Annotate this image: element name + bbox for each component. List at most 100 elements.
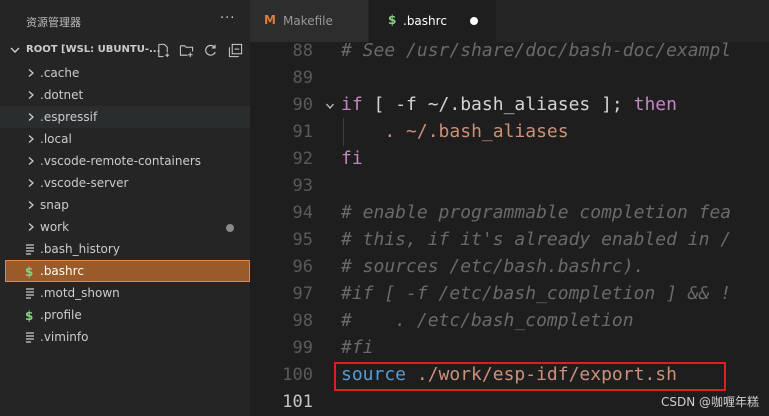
explorer-sidebar: 资源管理器 ··· ROOT [WSL: UBUNTU-... .cache .… (0, 0, 250, 416)
chevron-right-icon (28, 157, 34, 165)
tree-item-label: .bash_history (40, 242, 120, 256)
tree-item-vscode-remote-containers[interactable]: .vscode-remote-containers (0, 150, 250, 172)
code-line: 90 if [ -f ~/.bash_aliases ]; then (250, 92, 769, 119)
unsaved-dot-icon[interactable] (470, 17, 478, 25)
code-text: if [ -f ~/.bash_aliases ]; then (341, 94, 677, 115)
chevron-right-icon (28, 91, 34, 99)
tree-item-profile[interactable]: $ .profile (0, 304, 250, 326)
code-editor[interactable]: 88 # See /usr/share/doc/bash-doc/exampl … (250, 42, 769, 416)
code-text: # enable programmable completion fea (341, 202, 732, 223)
tree-item-label: .motd_shown (40, 286, 120, 300)
tree-item-bash-history[interactable]: .bash_history (0, 238, 250, 260)
chevron-right-icon (28, 135, 34, 143)
tree-item-bashrc[interactable]: $ .bashrc (5, 260, 250, 282)
tree-item-label: .local (40, 132, 72, 146)
tree-item-motd-shown[interactable]: .motd_shown (0, 282, 250, 304)
tree-item-label: .vscode-server (40, 176, 129, 190)
chevron-right-icon (28, 179, 34, 187)
code-line: 95 # this, if it's already enabled in / (250, 227, 769, 254)
fold-chevron-icon[interactable] (325, 101, 335, 111)
tab-label: .bashrc (403, 14, 447, 28)
tree-item-label: work (40, 220, 70, 234)
tree-item-label: .vscode-remote-containers (40, 154, 202, 168)
code-line: 93 (250, 173, 769, 200)
line-number: 92 (292, 149, 313, 169)
code-text: . ~/.bash_aliases (341, 121, 569, 142)
tree-item-label: .viminfo (40, 330, 89, 344)
source-dot: . (384, 121, 407, 142)
line-number: 97 (292, 284, 313, 304)
line-number: 95 (292, 230, 313, 250)
condition-text: [ -f ~/.bash_aliases ]; (362, 94, 634, 115)
line-number: 94 (292, 203, 313, 223)
modified-indicator (226, 224, 234, 232)
tree-item-snap[interactable]: snap (0, 194, 250, 216)
code-line: 88 # See /usr/share/doc/bash-doc/exampl (250, 42, 769, 65)
new-folder-icon[interactable] (179, 43, 194, 58)
code-line: 96 # sources /etc/bash.bashrc). (250, 254, 769, 281)
code-line: 97 #if [ -f /etc/bash_completion ] && ! (250, 281, 769, 308)
text-file-icon (26, 332, 34, 343)
code-line: 92 fi (250, 146, 769, 173)
tree-item-viminfo[interactable]: .viminfo (0, 326, 250, 348)
tree-item-cache[interactable]: .cache (0, 62, 250, 84)
tab-makefile[interactable]: M Makefile (250, 0, 368, 42)
annotation-highlight-box (334, 362, 726, 391)
chevron-right-icon (28, 223, 34, 231)
tree-item-label: .espressif (40, 110, 98, 124)
editor-tab-bar: M Makefile $ .bashrc (250, 0, 769, 42)
text-file-icon (26, 244, 34, 255)
line-number: 90 (292, 95, 313, 115)
new-file-icon[interactable] (156, 43, 171, 58)
tab-label: Makefile (283, 14, 333, 28)
tree-item-label: .cache (40, 66, 80, 80)
code-text: fi (341, 148, 363, 169)
explorer-title: 资源管理器 (26, 16, 81, 29)
shell-script-icon: $ (25, 309, 33, 322)
more-actions-button[interactable]: ··· (220, 11, 235, 26)
line-number: 93 (292, 176, 313, 196)
tree-item-vscode-server[interactable]: .vscode-server (0, 172, 250, 194)
collapse-all-icon[interactable] (228, 43, 243, 58)
watermark-text: CSDN @咖喱年糕 (660, 395, 759, 409)
aliases-path: ~/.bash_aliases (406, 121, 569, 142)
keyword-if: if (341, 94, 363, 115)
code-text: # See /usr/share/doc/bash-doc/exampl (341, 42, 732, 61)
chevron-right-icon (28, 69, 34, 77)
code-line: 91 . ~/.bash_aliases (250, 119, 769, 146)
line-number: 91 (292, 122, 313, 142)
text-file-icon (26, 288, 34, 299)
tab-bashrc[interactable]: $ .bashrc (369, 0, 496, 42)
indent-guide (343, 118, 344, 146)
line-number: 88 (292, 42, 313, 61)
code-line: 98 # . /etc/bash_completion (250, 308, 769, 335)
tree-item-espressif[interactable]: .espressif (0, 106, 250, 128)
code-text: #if [ -f /etc/bash_completion ] && ! (341, 283, 732, 304)
shell-script-icon: $ (25, 265, 33, 278)
chevron-right-icon (28, 201, 34, 209)
makefile-icon: M (264, 13, 276, 27)
tree-item-label: .dotnet (40, 88, 84, 102)
keyword-then: then (633, 94, 677, 115)
shell-icon: $ (388, 13, 397, 27)
line-number: 99 (292, 338, 313, 358)
code-text: # sources /etc/bash.bashrc). (341, 256, 645, 277)
workspace-root-row[interactable]: ROOT [WSL: UBUNTU-... (0, 40, 250, 60)
code-text: #fi (341, 337, 374, 358)
svg-text:$: $ (25, 265, 33, 278)
tree-item-label: .bashrc (40, 264, 84, 278)
tree-item-local[interactable]: .local (0, 128, 250, 150)
explorer-header: 资源管理器 ··· (0, 0, 250, 38)
refresh-icon[interactable] (203, 43, 218, 58)
svg-text:$: $ (25, 309, 33, 322)
tree-item-dotnet[interactable]: .dotnet (0, 84, 250, 106)
tree-item-label: .profile (40, 308, 82, 322)
code-text: # this, if it's already enabled in / (341, 229, 732, 250)
line-number: 89 (292, 68, 313, 88)
code-line: 99 #fi (250, 335, 769, 362)
workspace-root-label: ROOT [WSL: UBUNTU-... (26, 44, 161, 55)
line-number: 96 (292, 257, 313, 277)
code-line: 89 (250, 65, 769, 92)
tree-item-work[interactable]: work (0, 216, 250, 238)
